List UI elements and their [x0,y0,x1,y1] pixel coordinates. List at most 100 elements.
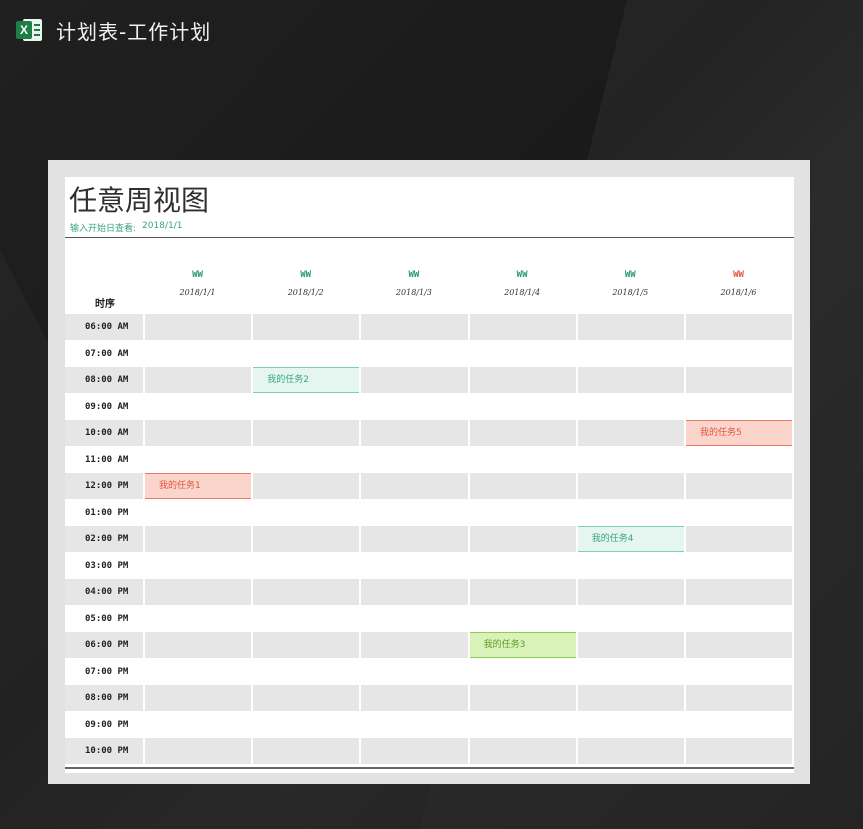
schedule-cell[interactable] [361,341,467,367]
schedule-cell[interactable] [361,367,468,393]
schedule-cell[interactable] [361,526,468,552]
schedule-cell[interactable] [361,606,467,632]
schedule-cell[interactable] [253,632,360,658]
schedule-cell[interactable] [253,526,360,552]
schedule-cell[interactable] [577,579,684,605]
schedule-cell[interactable] [145,579,252,605]
schedule-cell[interactable] [686,579,793,605]
schedule-cell[interactable] [145,553,251,579]
schedule-cell[interactable] [361,632,468,658]
schedule-cell[interactable] [686,394,792,420]
schedule-cell[interactable] [253,606,359,632]
schedule-cell[interactable] [578,341,684,367]
schedule-cell[interactable] [361,447,467,473]
task-cell[interactable]: 我的任务3 [469,632,576,658]
schedule-cell[interactable] [686,606,792,632]
schedule-cell[interactable] [686,447,792,473]
schedule-cell[interactable] [145,447,251,473]
schedule-cell[interactable] [361,420,468,446]
schedule-cell[interactable] [577,473,684,499]
schedule-cell[interactable] [577,314,684,340]
schedule-cell[interactable] [253,394,359,420]
task-cell[interactable]: 我的任务5 [686,420,793,446]
schedule-cell[interactable] [686,659,792,685]
schedule-cell[interactable] [145,632,252,658]
schedule-cell[interactable] [361,659,467,685]
schedule-cell[interactable] [578,553,684,579]
schedule-cell[interactable] [686,367,793,393]
schedule-cell[interactable] [145,420,252,446]
schedule-cell[interactable] [469,420,576,446]
schedule-cell[interactable] [578,447,684,473]
schedule-cell[interactable] [577,367,684,393]
schedule-cell[interactable] [145,394,251,420]
schedule-cell[interactable] [470,606,576,632]
task-cell[interactable]: 我的任务2 [253,367,360,393]
schedule-cell[interactable] [253,579,360,605]
start-date-value[interactable]: 2018/1/1 [142,221,182,234]
schedule-cell[interactable] [578,659,684,685]
schedule-cell[interactable] [145,314,252,340]
schedule-cell[interactable] [145,685,252,711]
schedule-cell[interactable] [578,712,684,738]
schedule-cell[interactable] [469,685,576,711]
schedule-cell[interactable] [253,447,359,473]
schedule-cell[interactable] [361,500,467,526]
schedule-cell[interactable] [470,394,576,420]
schedule-cell[interactable] [470,341,576,367]
schedule-cell[interactable] [470,659,576,685]
schedule-cell[interactable] [253,685,360,711]
schedule-cell[interactable] [253,341,359,367]
schedule-cell[interactable] [470,447,576,473]
schedule-cell[interactable] [577,738,684,764]
schedule-cell[interactable] [686,500,792,526]
schedule-cell[interactable] [145,606,251,632]
schedule-cell[interactable] [361,712,467,738]
schedule-cell[interactable] [686,553,792,579]
schedule-cell[interactable] [686,712,792,738]
schedule-cell[interactable] [361,738,468,764]
schedule-cell[interactable] [361,579,468,605]
schedule-cell[interactable] [361,685,468,711]
schedule-cell[interactable] [253,500,359,526]
schedule-cell[interactable] [469,314,576,340]
schedule-cell[interactable] [686,738,793,764]
schedule-cell[interactable] [578,394,684,420]
task-cell[interactable]: 我的任务1 [145,473,252,499]
schedule-cell[interactable] [145,367,252,393]
schedule-cell[interactable] [686,685,793,711]
schedule-cell[interactable] [361,314,468,340]
schedule-cell[interactable] [145,712,251,738]
schedule-cell[interactable] [577,420,684,446]
schedule-cell[interactable] [686,341,792,367]
schedule-cell[interactable] [253,420,360,446]
schedule-cell[interactable] [686,314,793,340]
schedule-cell[interactable] [253,314,360,340]
schedule-cell[interactable] [578,606,684,632]
schedule-cell[interactable] [469,367,576,393]
schedule-cell[interactable] [686,526,793,552]
schedule-cell[interactable] [577,685,684,711]
schedule-cell[interactable] [469,738,576,764]
schedule-cell[interactable] [145,500,251,526]
schedule-cell[interactable] [253,738,360,764]
schedule-cell[interactable] [686,632,793,658]
schedule-cell[interactable] [470,500,576,526]
schedule-cell[interactable] [145,526,252,552]
schedule-cell[interactable] [686,473,793,499]
schedule-cell[interactable] [145,659,251,685]
schedule-cell[interactable] [470,553,576,579]
schedule-cell[interactable] [469,579,576,605]
schedule-cell[interactable] [145,341,251,367]
schedule-cell[interactable] [361,394,467,420]
schedule-cell[interactable] [469,473,576,499]
schedule-cell[interactable] [577,632,684,658]
schedule-cell[interactable] [470,712,576,738]
schedule-cell[interactable] [253,712,359,738]
schedule-cell[interactable] [361,473,468,499]
schedule-cell[interactable] [578,500,684,526]
task-cell[interactable]: 我的任务4 [577,526,684,552]
schedule-cell[interactable] [253,553,359,579]
schedule-cell[interactable] [253,473,360,499]
schedule-cell[interactable] [361,553,467,579]
